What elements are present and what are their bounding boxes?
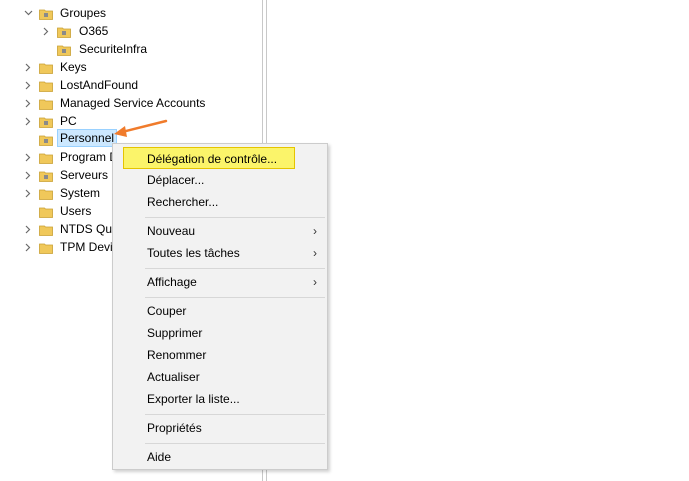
menu-item-aide[interactable]: Aide xyxy=(115,446,325,468)
tree-item-label: Keys xyxy=(60,60,87,74)
folder-icon xyxy=(39,61,53,74)
menu-item-label: Nouveau xyxy=(147,224,196,238)
chevron-right-icon[interactable] xyxy=(40,22,52,40)
tree-item-label: Serveurs xyxy=(60,168,109,182)
menu-item-renommer[interactable]: Renommer xyxy=(115,344,325,366)
menu-item-label: Déplacer... xyxy=(147,173,205,187)
menu-item-deplacer[interactable]: Déplacer... xyxy=(115,169,325,191)
menu-item-couper[interactable]: Couper xyxy=(115,300,325,322)
tree-item-label: Groupes xyxy=(60,6,107,20)
tree-item-label: Program D xyxy=(60,150,112,164)
menu-item-rechercher[interactable]: Rechercher... xyxy=(115,191,325,213)
tree-item-groupes[interactable]: Groupes xyxy=(0,4,200,22)
tree-item-label: Users xyxy=(60,204,92,218)
menu-item-label: Délégation de contrôle... xyxy=(147,152,278,166)
tree-item-system[interactable]: System xyxy=(0,184,112,202)
folder-icon xyxy=(39,187,53,200)
menu-item-delegation-controle[interactable]: Délégation de contrôle... xyxy=(123,147,295,169)
menu-item-toutes-les-taches[interactable]: Toutes les tâches › xyxy=(115,242,325,264)
tree-item-program-data[interactable]: Program D xyxy=(0,148,112,166)
menu-item-label: Renommer xyxy=(147,348,207,362)
tree-item-label: NTDS Quo xyxy=(60,222,112,236)
menu-item-label: Actualiser xyxy=(147,370,200,384)
tree-item-managed-service-accounts[interactable]: Managed Service Accounts xyxy=(0,94,240,112)
tree-item-label: LostAndFound xyxy=(60,78,139,92)
menu-separator xyxy=(145,414,325,415)
context-menu: Délégation de contrôle... Déplacer... Re… xyxy=(112,143,328,470)
menu-item-affichage[interactable]: Affichage › xyxy=(115,271,325,293)
menu-separator xyxy=(145,268,325,269)
submenu-arrow-icon: › xyxy=(313,246,317,260)
tree-item-label: PC xyxy=(60,114,77,128)
chevron-right-icon[interactable] xyxy=(22,166,34,184)
chevron-right-icon[interactable] xyxy=(22,76,34,94)
menu-item-nouveau[interactable]: Nouveau › xyxy=(115,220,325,242)
tree-item-label: SecuriteInfra xyxy=(79,42,148,56)
chevron-right-icon[interactable] xyxy=(22,238,34,256)
submenu-arrow-icon: › xyxy=(313,275,317,289)
chevron-right-icon[interactable] xyxy=(22,58,34,76)
ou-folder-icon xyxy=(39,169,53,182)
tree-item-tpm-devices[interactable]: TPM Devi xyxy=(0,238,112,256)
menu-item-exporter-la-liste[interactable]: Exporter la liste... xyxy=(115,388,325,410)
ou-folder-icon xyxy=(57,25,71,38)
tree-item-keys[interactable]: Keys xyxy=(0,58,200,76)
ou-folder-icon xyxy=(39,133,53,146)
menu-item-actualiser[interactable]: Actualiser xyxy=(115,366,325,388)
menu-item-label: Aide xyxy=(147,450,172,464)
orange-arrow-annotation-icon xyxy=(114,119,168,137)
chevron-right-icon[interactable] xyxy=(22,94,34,112)
folder-icon xyxy=(39,223,53,236)
menu-item-label: Affichage xyxy=(147,275,197,289)
menu-item-label: Toutes les tâches xyxy=(147,246,240,260)
folder-icon xyxy=(39,205,53,218)
chevron-right-icon[interactable] xyxy=(22,148,34,166)
menu-item-label: Rechercher... xyxy=(147,195,219,209)
chevron-right-icon[interactable] xyxy=(22,184,34,202)
tree-item-lostandfound[interactable]: LostAndFound xyxy=(0,76,200,94)
tree-item-securiteinfra[interactable]: SecuriteInfra xyxy=(0,40,200,58)
chevron-down-icon[interactable] xyxy=(22,4,34,22)
folder-icon xyxy=(39,241,53,254)
tree-item-pc[interactable]: PC xyxy=(0,112,200,130)
tree-item-users[interactable]: Users xyxy=(0,202,112,220)
tree-item-label: Managed Service Accounts xyxy=(60,96,206,110)
tree-item-o365[interactable]: O365 xyxy=(0,22,200,40)
submenu-arrow-icon: › xyxy=(313,224,317,238)
aduc-window: Groupes O365 SecuriteInfra Keys LostAndF… xyxy=(0,0,689,481)
folder-icon xyxy=(39,151,53,164)
tree-item-label: System xyxy=(60,186,101,200)
ou-folder-icon xyxy=(39,7,53,20)
chevron-right-icon[interactable] xyxy=(22,220,34,238)
menu-item-label: Supprimer xyxy=(147,326,203,340)
menu-separator xyxy=(145,297,325,298)
menu-separator xyxy=(145,443,325,444)
tree-item-label: O365 xyxy=(79,24,109,38)
menu-item-label: Propriétés xyxy=(147,421,202,435)
folder-icon xyxy=(39,97,53,110)
menu-item-proprietes[interactable]: Propriétés xyxy=(115,417,325,439)
menu-separator xyxy=(145,217,325,218)
tree-item-label: TPM Devi xyxy=(60,240,112,254)
ou-folder-icon xyxy=(57,43,71,56)
menu-item-label: Exporter la liste... xyxy=(147,392,240,406)
folder-icon xyxy=(39,79,53,92)
ou-folder-icon xyxy=(39,115,53,128)
menu-item-label: Couper xyxy=(147,304,187,318)
menu-item-supprimer[interactable]: Supprimer xyxy=(115,322,325,344)
tree-item-serveurs[interactable]: Serveurs xyxy=(0,166,112,184)
chevron-right-icon[interactable] xyxy=(22,112,34,130)
tree-item-ntds-quotas[interactable]: NTDS Quo xyxy=(0,220,112,238)
